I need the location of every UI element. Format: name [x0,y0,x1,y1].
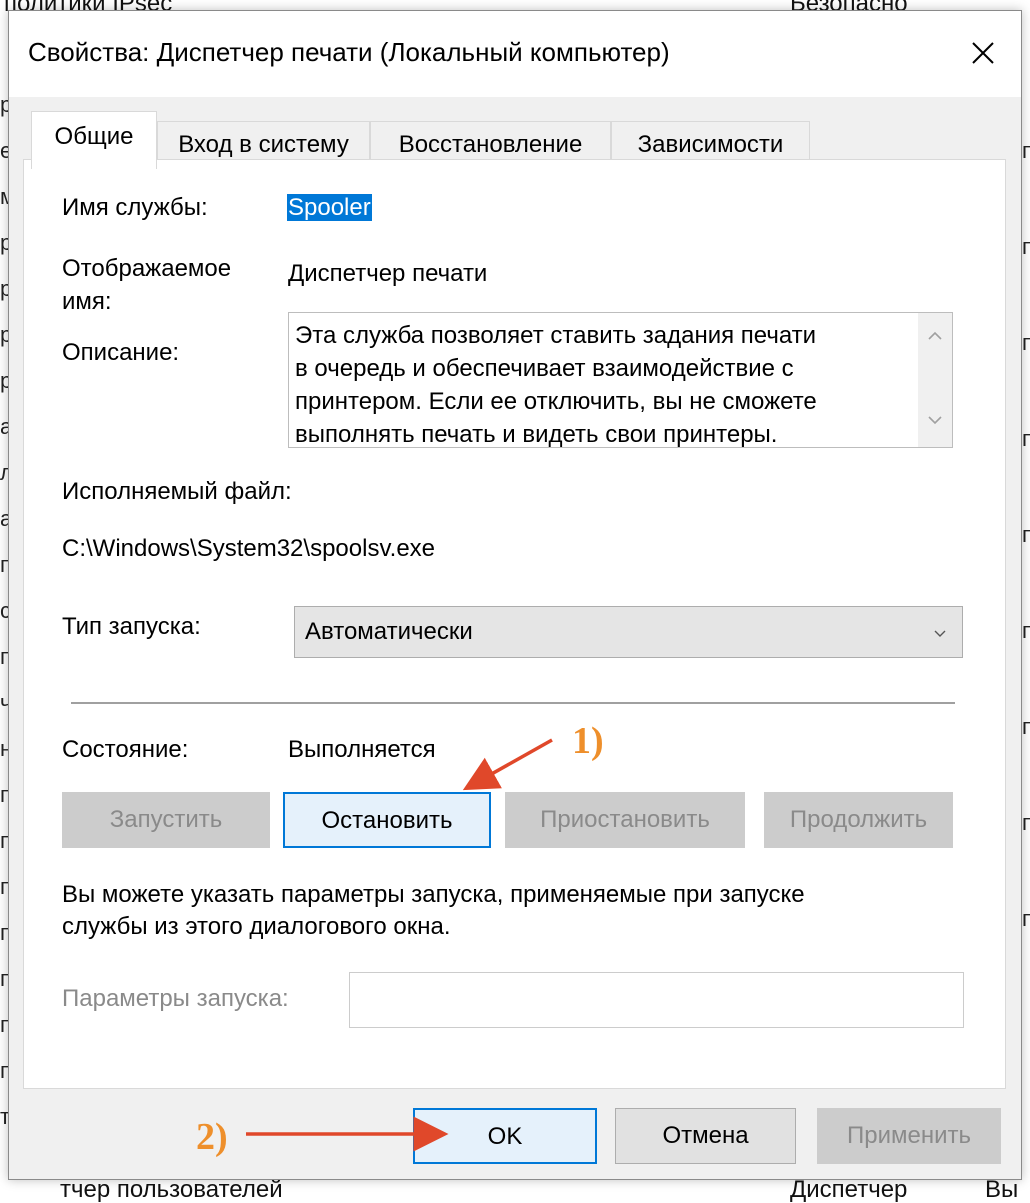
service-name-label: Имя службы: [62,194,208,221]
bg-right-fragment: п [1022,426,1030,451]
bg-right-fragment: п [1022,618,1030,643]
bg-row-bottom-left: тчер пользователей [60,1176,283,1203]
bg-right-fragment: п [1022,714,1030,739]
apply-button[interactable]: Применить [817,1108,1001,1164]
startup-type-label: Тип запуска: [62,613,201,640]
status-value: Выполняется [288,736,436,763]
start-params-label: Параметры запуска: [62,985,289,1012]
description-line: принтером. Если ее отключить, вы не смож… [295,388,817,415]
description-line: выполнять печать и видеть свои принтеры. [295,421,778,448]
bg-row-bottom-far-right: Вы [985,1176,1019,1203]
general-tab-panel: Имя службы: Spooler Отображаемое имя: Ди… [23,159,1006,1089]
service-name-value[interactable]: Spooler [287,193,372,223]
description-line: в очередь и обеспечивает взаимодействие … [295,355,794,382]
start-params-hint-line2: службы из этого диалогового окна. [62,913,451,940]
description-text: Эта служба позволяет ставить задания печ… [295,319,915,448]
bg-right-fragment: п [1022,810,1030,835]
start-service-button[interactable]: Запустить [62,792,270,848]
bg-right-fragment: п [1022,138,1030,163]
step-2-label: 2) [196,1116,228,1158]
status-label: Состояние: [62,736,189,763]
display-name-label-line1: Отображаемое [62,255,232,282]
step-1-label: 1) [572,720,604,762]
tab-general[interactable]: Общие [31,111,157,169]
resume-service-button[interactable]: Продолжить [764,792,953,848]
service-properties-dialog: Свойства: Диспетчер печати (Локальный ко… [8,10,1022,1180]
close-icon[interactable] [963,33,1003,73]
bg-right-fragment: п [1022,522,1030,547]
description-box[interactable]: Эта служба позволяет ставить задания печ… [288,312,953,448]
startup-type-select[interactable]: Автоматически [294,606,963,658]
executable-path: C:\Windows\System32\spoolsv.exe [62,535,436,562]
ok-button[interactable]: OK [413,1108,597,1164]
executable-label: Исполняемый файл: [62,478,292,505]
bg-right-fragment: п [1022,330,1030,355]
display-name-value[interactable]: Диспетчер печати [288,259,487,289]
pause-service-button[interactable]: Приостановить [505,792,745,848]
chevron-down-icon [934,630,946,637]
dialog-title: Свойства: Диспетчер печати (Локальный ко… [28,37,670,67]
stop-service-button[interactable]: Остановить [283,792,491,848]
section-divider [71,702,955,704]
title-bar[interactable]: Свойства: Диспетчер печати (Локальный ко… [9,11,1021,97]
bg-right-fragment: п [1022,234,1030,259]
start-params-hint-line1: Вы можете указать параметры запуска, при… [62,881,805,908]
description-line: Эта служба позволяет ставить задания печ… [295,322,817,349]
cancel-button[interactable]: Отмена [615,1108,796,1164]
description-label: Описание: [62,339,180,366]
start-params-input[interactable] [349,972,964,1028]
bg-row-bottom-right: Диспетчер [790,1176,908,1203]
scroll-down-icon[interactable] [926,411,944,429]
description-scrollbar[interactable] [918,313,952,447]
display-name-label-line2: имя: [62,288,112,315]
scroll-up-icon[interactable] [926,327,944,345]
bg-right-fragment: п [1022,906,1030,931]
startup-type-value: Автоматически [305,618,473,645]
service-name-selected: Spooler [287,194,372,221]
